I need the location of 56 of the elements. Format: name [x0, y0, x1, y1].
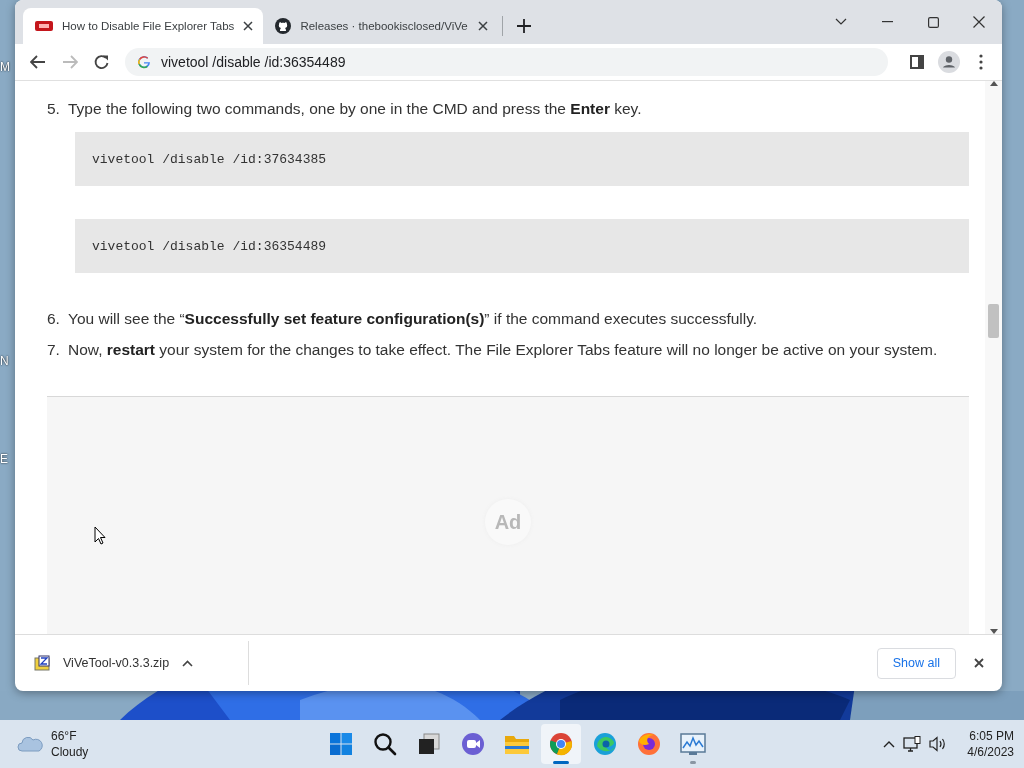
- weather-condition[interactable]: Cloudy: [51, 744, 89, 760]
- close-icon[interactable]: [243, 21, 254, 31]
- scroll-up-icon[interactable]: [989, 81, 998, 86]
- network-icon[interactable]: [903, 736, 922, 752]
- browser-tab[interactable]: Releases · thebookisclosed/ViVe: [263, 8, 499, 44]
- code-block: vivetool /disable /id:37634385: [75, 132, 969, 186]
- step-text: Now, restart your system for the changes to take effect. The File Explorer Tabs feature will no longer be active on your system.: [68, 340, 938, 360]
- step-number: 7.: [47, 340, 61, 360]
- side-panel-icon: [910, 55, 924, 69]
- zip-file-icon: [34, 655, 50, 671]
- ad-label: Ad: [485, 499, 531, 545]
- desktop-icon-label: M: [0, 60, 10, 74]
- performance-monitor-icon[interactable]: [680, 732, 706, 756]
- chevron-down-icon: [835, 18, 847, 26]
- desktop-icon-label: N: [0, 354, 9, 368]
- task-view-icon[interactable]: [417, 732, 441, 756]
- profile-button[interactable]: [936, 49, 962, 75]
- github-icon: [275, 18, 292, 34]
- weather-temperature[interactable]: 66°F: [51, 728, 89, 744]
- firefox-icon[interactable]: [637, 732, 661, 756]
- site-logo-icon: [35, 20, 53, 32]
- step-number: 6.: [47, 309, 61, 329]
- chat-icon[interactable]: [461, 732, 485, 756]
- download-item[interactable]: ViVeTool-v0.3.3.zip: [34, 655, 234, 671]
- step-text: You will see the “Successfully set feature configuration(s)” if the command executes successfully.: [68, 309, 758, 329]
- address-bar[interactable]: vivetool /disable /id:36354489: [125, 48, 888, 76]
- avatar-icon: [938, 51, 960, 73]
- scroll-down-icon[interactable]: [989, 629, 998, 634]
- plus-icon: [517, 19, 532, 33]
- chevron-up-icon[interactable]: [883, 740, 896, 748]
- edge-icon[interactable]: [593, 732, 617, 756]
- chevron-up-icon: [182, 659, 194, 667]
- desktop-icon-label: E: [0, 452, 8, 466]
- search-icon[interactable]: [373, 732, 397, 756]
- volume-icon[interactable]: [929, 736, 948, 752]
- clock-time[interactable]: 6:05 PM: [969, 728, 1014, 744]
- show-all-button[interactable]: Show all: [876, 647, 956, 679]
- close-icon[interactable]: [478, 21, 489, 31]
- code-block: vivetool /disable /id:36354489: [75, 219, 969, 273]
- google-icon: [137, 55, 151, 69]
- start-icon[interactable]: [329, 732, 353, 756]
- browser-tab[interactable]: How to Disable File Explorer Tabs: [23, 8, 264, 44]
- reload-icon: [94, 54, 110, 70]
- close-icon: [974, 658, 984, 668]
- arrow-right-icon: [62, 55, 78, 69]
- maximize-icon: [927, 16, 939, 28]
- close-icon: [973, 16, 985, 28]
- scrollbar-thumb[interactable]: [988, 304, 999, 338]
- step-number: 5.: [47, 99, 61, 119]
- chrome-icon[interactable]: [549, 732, 573, 756]
- minimize-icon: [881, 21, 893, 23]
- clock-date[interactable]: 4/6/2023: [967, 744, 1014, 760]
- menu-icon: [979, 54, 983, 70]
- arrow-left-icon: [30, 55, 46, 69]
- step-text: Type the following two commands, one by one in the CMD and press the Enter key.: [68, 99, 642, 119]
- cursor-icon: [94, 526, 106, 545]
